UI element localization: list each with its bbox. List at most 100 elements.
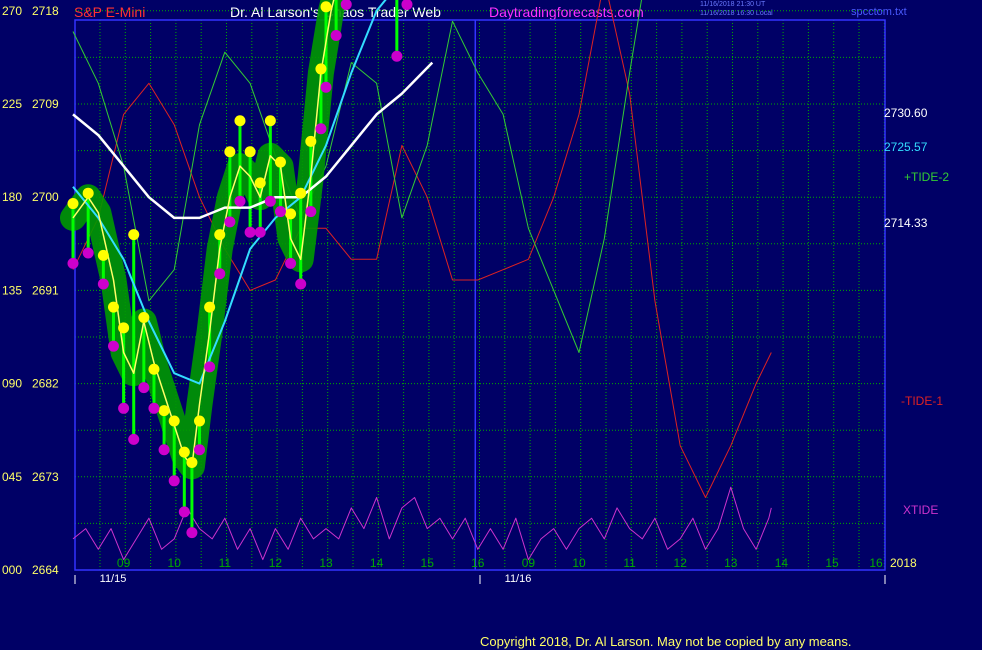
x-day-label: 11/16 [505, 573, 532, 585]
x-hour-label: 15 [825, 556, 839, 570]
low-dot [244, 226, 256, 238]
low-dot [178, 506, 190, 518]
copyright-notice: Copyright 2018, Dr. Al Larson. May not b… [480, 634, 852, 649]
high-dot [67, 198, 79, 210]
high-dot [97, 249, 109, 261]
y-code-label: 135 [2, 283, 22, 297]
low-dot [186, 527, 198, 539]
chart-grid [74, 10, 886, 584]
high-dot [158, 405, 170, 417]
chart-plot [60, 0, 772, 561]
high-dot [320, 1, 332, 13]
low-dot [107, 340, 119, 352]
high-dot [315, 63, 327, 75]
low-dot [315, 123, 327, 135]
x-hour-label: 12 [674, 556, 688, 570]
low-dot [274, 206, 286, 218]
low-dot [330, 30, 342, 42]
y-code-label: 000 [2, 563, 22, 577]
high-dot [82, 187, 94, 199]
y-tick-label: 2709 [32, 97, 59, 111]
high-dot [254, 177, 266, 189]
x-hour-label: 13 [724, 556, 738, 570]
high-dot [214, 229, 226, 241]
x-hour-label: 10 [572, 556, 586, 570]
low-dot [138, 382, 150, 394]
low-dot [214, 268, 226, 280]
low-dot [401, 0, 413, 10]
low-dot [295, 278, 307, 290]
xtide-label: XTIDE [903, 503, 938, 517]
high-dot [295, 187, 307, 199]
x-year-label: 2018 [890, 556, 917, 570]
high-dot [285, 208, 297, 220]
y-code-label: 225 [2, 97, 22, 111]
x-hour-label: 09 [117, 556, 131, 570]
high-dot [264, 115, 276, 127]
high-dot [244, 146, 256, 158]
high-dot [204, 301, 216, 313]
high-dot [148, 363, 160, 375]
low-dot [285, 257, 297, 269]
y-tick-label: 2691 [32, 283, 59, 297]
high-dot [305, 135, 317, 147]
low-dot [391, 50, 403, 62]
x-hour-label: 14 [370, 556, 384, 570]
high-dot [194, 415, 205, 427]
low-dot [67, 257, 79, 269]
tide-plus-label: +TIDE-2 [904, 170, 949, 184]
low-dot [82, 247, 94, 259]
x-hour-label: 16 [471, 556, 485, 570]
x-hour-label: 14 [775, 556, 789, 570]
low-dot [118, 402, 130, 414]
high-dot [274, 156, 286, 168]
y-code-label: 270 [2, 4, 22, 18]
low-dot [305, 206, 317, 218]
x-hour-label: 16 [869, 556, 883, 570]
low-dot [254, 226, 266, 238]
x-hour-label: 11 [623, 556, 636, 570]
y-code-label: 090 [2, 377, 22, 391]
right-price-label: 2714.33 [884, 216, 928, 230]
high-dot [178, 446, 190, 458]
high-dot [107, 301, 119, 313]
x-hour-label: 11 [219, 556, 232, 570]
low-dot [128, 433, 140, 445]
low-dot [148, 402, 160, 414]
y-tick-label: 2682 [32, 377, 59, 391]
high-dot [128, 229, 140, 241]
high-dot [168, 415, 180, 427]
high-dot [224, 146, 236, 158]
low-dot [158, 444, 170, 456]
tide-minus-label: -TIDE-1 [901, 394, 943, 408]
high-dot [118, 322, 130, 334]
chart-frame [74, 19, 886, 571]
low-dot [264, 195, 276, 207]
y-tick-label: 2700 [32, 190, 59, 204]
right-price-label: 2730.60 [884, 106, 928, 120]
tide-plus-line [72, 0, 642, 353]
low-dot [320, 81, 332, 93]
y-code-label: 180 [2, 190, 22, 204]
y-tick-label: 2718 [32, 4, 59, 18]
y-tick-label: 2673 [32, 470, 59, 484]
low-dot [224, 216, 236, 228]
x-hour-label: 15 [421, 556, 435, 570]
high-dot [234, 115, 246, 127]
x-hour-label: 12 [269, 556, 283, 570]
high-dot [138, 311, 150, 323]
right-price-label: 2725.57 [884, 140, 928, 154]
y-code-label: 045 [2, 470, 22, 484]
x-hour-label: 13 [319, 556, 333, 570]
y-tick-label: 2664 [32, 563, 59, 577]
low-dot [204, 361, 216, 373]
high-dot [186, 456, 198, 468]
low-dot [97, 278, 109, 290]
x-hour-label: 10 [168, 556, 182, 570]
low-dot [168, 475, 180, 487]
low-dot [194, 444, 205, 456]
price-chart: 000 2664 045 2673 090 2682 135 2691 180 2700 225 27… [2, 0, 949, 585]
x-day-label: 11/15 [100, 573, 127, 585]
low-dot [234, 195, 246, 207]
x-hour-label: 09 [522, 556, 536, 570]
